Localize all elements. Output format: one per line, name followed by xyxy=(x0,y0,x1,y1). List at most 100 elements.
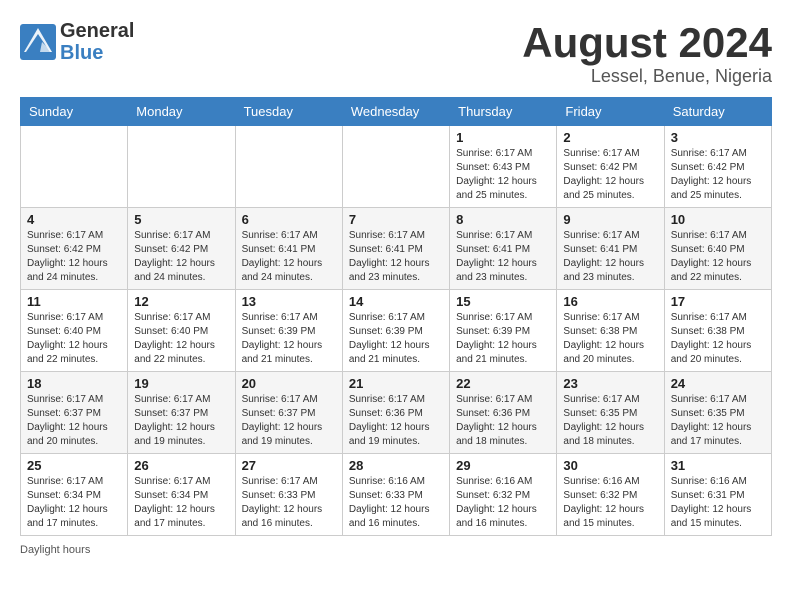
day-number: 15 xyxy=(456,294,550,309)
calendar-cell: 5 Sunrise: 6:17 AMSunset: 6:42 PMDaylight… xyxy=(128,208,235,290)
day-info: Sunrise: 6:17 AMSunset: 6:41 PMDaylight:… xyxy=(456,229,550,285)
header: General Blue August 2024 Lessel, Benue, … xyxy=(20,20,772,87)
calendar-header-cell: Sunday xyxy=(21,98,128,126)
logo-blue: Blue xyxy=(60,42,103,64)
calendar-header-cell: Thursday xyxy=(450,98,557,126)
calendar-cell: 6 Sunrise: 6:17 AMSunset: 6:41 PMDaylight… xyxy=(235,208,342,290)
calendar-week-row: 1Sunrise: 6:17 AMSunset: 6:43 PMDaylight… xyxy=(21,126,772,208)
day-number: 23 xyxy=(563,376,657,391)
calendar-cell: 2 Sunrise: 6:17 AMSunset: 6:42 PMDaylight… xyxy=(557,126,664,208)
day-info: Sunrise: 6:17 AMSunset: 6:37 PMDaylight:… xyxy=(242,393,336,449)
day-number: 9 xyxy=(563,212,657,227)
calendar-cell: 18 Sunrise: 6:17 AMSunset: 6:37 PMDayligh… xyxy=(21,372,128,454)
calendar-cell: 17Sunrise: 6:17 AMSunset: 6:38 PMDayligh… xyxy=(664,290,771,372)
day-info: Sunrise: 6:16 AMSunset: 6:32 PMDaylight:… xyxy=(456,475,550,531)
subtitle: Lessel, Benue, Nigeria xyxy=(522,66,772,87)
calendar-cell: 19 Sunrise: 6:17 AMSunset: 6:37 PMDayligh… xyxy=(128,372,235,454)
calendar-cell: 12Sunrise: 6:17 AMSunset: 6:40 PMDayligh… xyxy=(128,290,235,372)
calendar-header-cell: Tuesday xyxy=(235,98,342,126)
day-number: 2 xyxy=(563,130,657,145)
day-number: 29 xyxy=(456,458,550,473)
calendar-cell: 3Sunrise: 6:17 AMSunset: 6:42 PMDaylight… xyxy=(664,126,771,208)
day-info: Sunrise: 6:17 AMSunset: 6:36 PMDaylight:… xyxy=(456,393,550,449)
calendar-cell: 21Sunrise: 6:17 AMSunset: 6:36 PMDayligh… xyxy=(342,372,449,454)
logo-general: General xyxy=(60,20,134,42)
calendar-cell: 20Sunrise: 6:17 AMSunset: 6:37 PMDayligh… xyxy=(235,372,342,454)
calendar-cell xyxy=(128,126,235,208)
day-info: Sunrise: 6:17 AMSunset: 6:40 PMDaylight:… xyxy=(134,311,228,367)
day-number: 5 xyxy=(134,212,228,227)
day-info: Sunrise: 6:17 AMSunset: 6:37 PMDaylight:… xyxy=(134,393,228,449)
day-number: 7 xyxy=(349,212,443,227)
day-number: 30 xyxy=(563,458,657,473)
calendar-cell xyxy=(235,126,342,208)
day-number: 14 xyxy=(349,294,443,309)
day-info: Sunrise: 6:16 AMSunset: 6:32 PMDaylight:… xyxy=(563,475,657,531)
calendar-cell: 8 Sunrise: 6:17 AMSunset: 6:41 PMDaylight… xyxy=(450,208,557,290)
day-number: 18 xyxy=(27,376,121,391)
calendar-cell: 7 Sunrise: 6:17 AMSunset: 6:41 PMDaylight… xyxy=(342,208,449,290)
day-number: 27 xyxy=(242,458,336,473)
calendar-cell: 4Sunrise: 6:17 AMSunset: 6:42 PMDaylight… xyxy=(21,208,128,290)
calendar-cell xyxy=(21,126,128,208)
day-info: Sunrise: 6:17 AMSunset: 6:41 PMDaylight:… xyxy=(242,229,336,285)
day-number: 19 xyxy=(134,376,228,391)
day-number: 28 xyxy=(349,458,443,473)
day-info: Sunrise: 6:16 AMSunset: 6:31 PMDaylight:… xyxy=(671,475,765,531)
calendar-cell: 30 Sunrise: 6:16 AMSunset: 6:32 PMDayligh… xyxy=(557,454,664,536)
day-number: 6 xyxy=(242,212,336,227)
calendar-cell: 10 Sunrise: 6:17 AMSunset: 6:40 PMDayligh… xyxy=(664,208,771,290)
day-number: 4 xyxy=(27,212,121,227)
day-number: 26 xyxy=(134,458,228,473)
calendar-cell: 23 Sunrise: 6:17 AMSunset: 6:35 PMDayligh… xyxy=(557,372,664,454)
calendar-cell: 26 Sunrise: 6:17 AMSunset: 6:34 PMDayligh… xyxy=(128,454,235,536)
day-number: 31 xyxy=(671,458,765,473)
day-number: 24 xyxy=(671,376,765,391)
day-info: Sunrise: 6:17 AMSunset: 6:37 PMDaylight:… xyxy=(27,393,121,449)
calendar-cell: 15Sunrise: 6:17 AMSunset: 6:39 PMDayligh… xyxy=(450,290,557,372)
day-info: Sunrise: 6:17 AMSunset: 6:40 PMDaylight:… xyxy=(671,229,765,285)
day-number: 16 xyxy=(563,294,657,309)
calendar-week-row: 11Sunrise: 6:17 AMSunset: 6:40 PMDayligh… xyxy=(21,290,772,372)
calendar-week-row: 18 Sunrise: 6:17 AMSunset: 6:37 PMDayligh… xyxy=(21,372,772,454)
footer-note: Daylight hours xyxy=(20,544,772,556)
day-info: Sunrise: 6:17 AMSunset: 6:42 PMDaylight:… xyxy=(134,229,228,285)
day-info: Sunrise: 6:17 AMSunset: 6:39 PMDaylight:… xyxy=(349,311,443,367)
calendar-cell: 24 Sunrise: 6:17 AMSunset: 6:35 PMDayligh… xyxy=(664,372,771,454)
day-number: 22 xyxy=(456,376,550,391)
calendar-cell: 27Sunrise: 6:17 AMSunset: 6:33 PMDayligh… xyxy=(235,454,342,536)
calendar: SundayMondayTuesdayWednesdayThursdayFrid… xyxy=(20,97,772,536)
day-number: 13 xyxy=(242,294,336,309)
calendar-header-cell: Saturday xyxy=(664,98,771,126)
calendar-cell: 28 Sunrise: 6:16 AMSunset: 6:33 PMDayligh… xyxy=(342,454,449,536)
calendar-week-row: 4 Sunrise: 6:17 AMSunset: 6:42 PMDaylight… xyxy=(21,208,772,290)
day-info: Sunrise: 6:17 AMSunset: 6:39 PMDaylight:… xyxy=(242,311,336,367)
calendar-header-cell: Friday xyxy=(557,98,664,126)
day-info: Sunrise: 6:17 AMSunset: 6:38 PMDaylight:… xyxy=(671,311,765,367)
day-info: Sunrise: 6:17 AMSunset: 6:42 PMDaylight:… xyxy=(563,147,657,203)
calendar-cell: 31 Sunrise: 6:16 AMSunset: 6:31 PMDayligh… xyxy=(664,454,771,536)
day-info: Sunrise: 6:17 AMSunset: 6:43 PMDaylight:… xyxy=(456,147,550,203)
calendar-cell: 1Sunrise: 6:17 AMSunset: 6:43 PMDaylight… xyxy=(450,126,557,208)
day-number: 3 xyxy=(671,130,765,145)
calendar-cell: 22 Sunrise: 6:17 AMSunset: 6:36 PMDayligh… xyxy=(450,372,557,454)
day-info: Sunrise: 6:17 AMSunset: 6:38 PMDaylight:… xyxy=(563,311,657,367)
day-number: 10 xyxy=(671,212,765,227)
day-info: Sunrise: 6:17 AMSunset: 6:34 PMDaylight:… xyxy=(27,475,121,531)
day-info: Sunrise: 6:17 AMSunset: 6:36 PMDaylight:… xyxy=(349,393,443,449)
day-info: Sunrise: 6:17 AMSunset: 6:34 PMDaylight:… xyxy=(134,475,228,531)
day-info: Sunrise: 6:17 AMSunset: 6:41 PMDaylight:… xyxy=(349,229,443,285)
day-number: 8 xyxy=(456,212,550,227)
calendar-cell xyxy=(342,126,449,208)
calendar-cell: 13 Sunrise: 6:17 AMSunset: 6:39 PMDayligh… xyxy=(235,290,342,372)
calendar-week-row: 25Sunrise: 6:17 AMSunset: 6:34 PMDayligh… xyxy=(21,454,772,536)
logo: General Blue xyxy=(20,20,134,64)
logo-icon xyxy=(20,24,56,60)
calendar-cell: 29 Sunrise: 6:16 AMSunset: 6:32 PMDayligh… xyxy=(450,454,557,536)
day-info: Sunrise: 6:17 AMSunset: 6:35 PMDaylight:… xyxy=(563,393,657,449)
calendar-cell: 16 Sunrise: 6:17 AMSunset: 6:38 PMDayligh… xyxy=(557,290,664,372)
calendar-cell: 25Sunrise: 6:17 AMSunset: 6:34 PMDayligh… xyxy=(21,454,128,536)
main-title: August 2024 xyxy=(522,20,772,66)
day-info: Sunrise: 6:17 AMSunset: 6:35 PMDaylight:… xyxy=(671,393,765,449)
day-info: Sunrise: 6:16 AMSunset: 6:33 PMDaylight:… xyxy=(349,475,443,531)
